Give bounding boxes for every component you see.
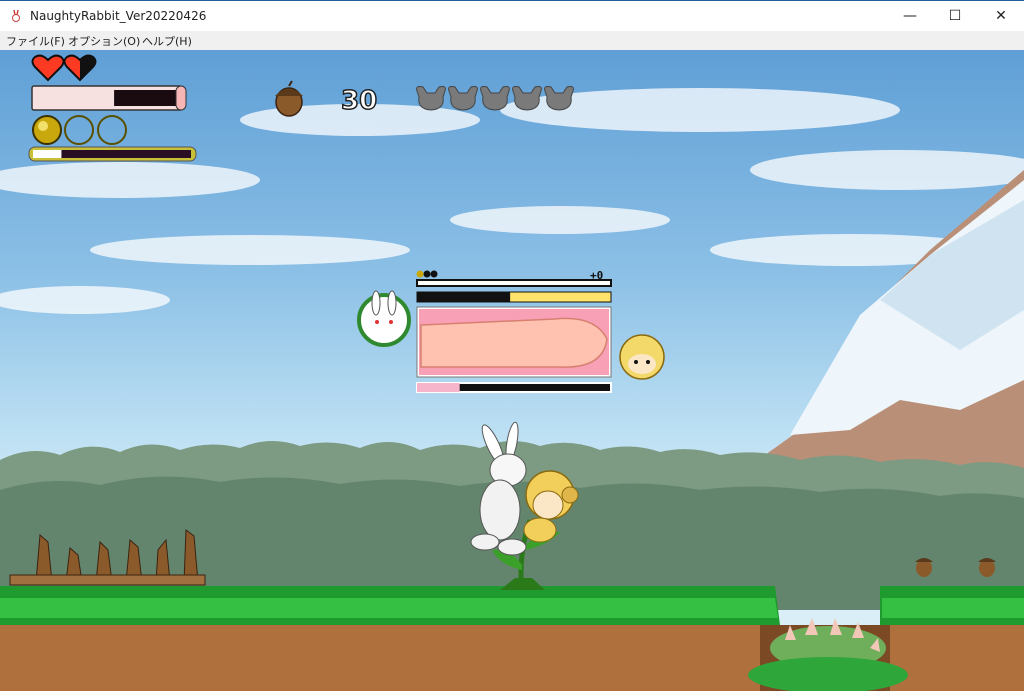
sheep-portrait-icon <box>619 334 665 380</box>
window-titlebar: NaughtyRabbit_Ver20220426 — ☐ ✕ <box>0 0 1024 31</box>
snowy-mountain <box>730 170 1024 490</box>
maximize-button[interactable]: ☐ <box>932 1 978 31</box>
game-viewport[interactable]: 30 +0 <box>0 50 1024 691</box>
heart-icon <box>63 54 97 82</box>
rabbit-portrait-icon <box>357 290 411 347</box>
heart-icon <box>31 54 65 82</box>
stamina-gauge <box>31 85 187 111</box>
rabbit-head-icon <box>512 86 542 111</box>
encounter-panel <box>357 270 665 393</box>
minimize-button[interactable]: — <box>887 1 933 31</box>
acorn-icon <box>275 80 303 117</box>
encounter-bonus: +0 <box>590 269 604 282</box>
enemy-gauge <box>416 382 612 393</box>
menu-help[interactable]: ヘルプ(H) <box>142 33 192 49</box>
rabbit-head-icon <box>480 86 510 111</box>
encounter-top-gauge <box>416 279 612 287</box>
rabbit-head-icon <box>544 86 574 111</box>
menu-bar: ファイル(F) オプション(O) ヘルプ(H) <box>0 31 1024 50</box>
window-title: NaughtyRabbit_Ver20220426 <box>30 9 207 23</box>
acorn-count: 30 <box>340 85 378 117</box>
charge-gauge <box>28 146 197 162</box>
player-status-hud <box>28 54 197 162</box>
rabbit-lives-row <box>416 86 574 111</box>
empty-orb-icon <box>97 115 127 145</box>
rabbit-head-icon <box>448 86 478 111</box>
menu-option[interactable]: オプション(O) <box>68 33 140 49</box>
struggle-gauge <box>416 291 612 303</box>
rabbit-app-icon <box>12 9 20 22</box>
orb-icon <box>32 115 62 145</box>
encounter-dots <box>416 270 438 278</box>
rabbit-head-icon <box>416 86 446 111</box>
menu-file[interactable]: ファイル(F) <box>6 33 65 49</box>
empty-orb-icon <box>64 115 94 145</box>
close-button[interactable]: ✕ <box>978 1 1024 31</box>
pink-gauge-panel <box>416 306 612 378</box>
